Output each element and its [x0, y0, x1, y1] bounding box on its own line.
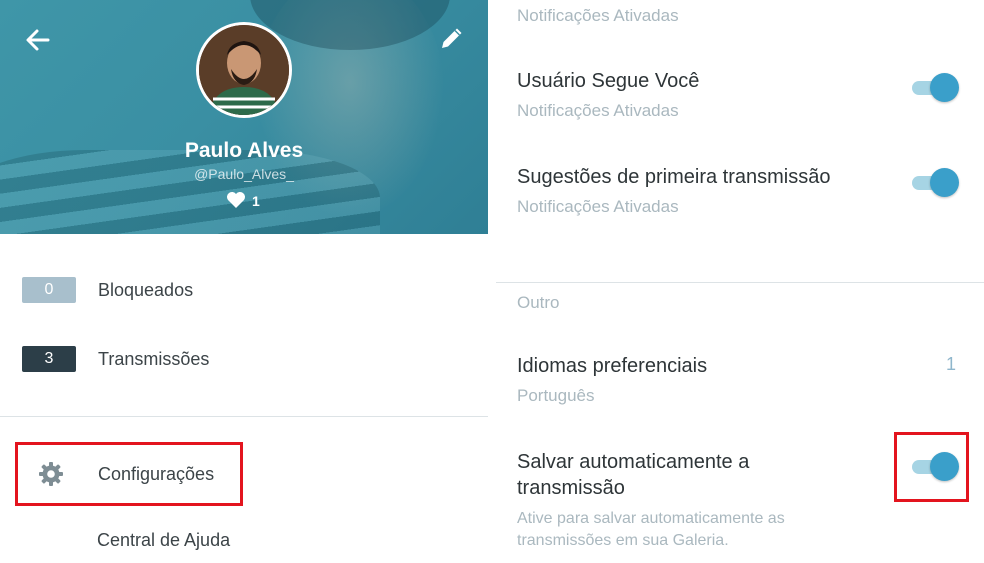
profile-drawer: Paulo Alves @Paulo_Alves_ 1 0 Bloqueados…: [0, 0, 488, 563]
likes-counter: 1: [226, 191, 260, 211]
setting-title: Sugestões de primeira transmissão: [517, 166, 831, 188]
setting-description-line2: transmissões em sua Galeria.: [517, 532, 729, 549]
setting-subtitle: Notificações Ativadas: [517, 197, 679, 216]
back-arrow-icon[interactable]: [24, 26, 52, 54]
help-center-link[interactable]: Central de Ajuda: [97, 530, 230, 551]
toggle-knob: [930, 73, 959, 102]
likes-count: 1: [252, 193, 260, 209]
broadcasts-count-badge: 3: [22, 346, 76, 372]
profile-name: Paulo Alves: [184, 139, 304, 162]
setting-title-line1: Salvar automaticamente a: [517, 451, 750, 473]
pencil-icon[interactable]: [438, 24, 466, 52]
settings-label: Configurações: [98, 464, 215, 484]
partial-setting-subtitle: Notificações Ativadas: [517, 6, 679, 25]
blocked-label: Bloqueados: [98, 279, 194, 300]
gear-icon: [38, 461, 64, 487]
toggle-knob: [930, 452, 959, 481]
settings-menu-item[interactable]: Configurações: [15, 442, 243, 506]
user-follows-toggle[interactable]: [912, 73, 959, 103]
broadcasts-item[interactable]: 3 Transmissões: [22, 345, 209, 373]
blocked-item[interactable]: 0 Bloqueados: [22, 276, 193, 304]
section-header-other: Outro: [517, 293, 560, 312]
setting-title: Idiomas preferenciais: [517, 355, 708, 377]
autosave-toggle[interactable]: [912, 452, 959, 482]
settings-panel: Notificações Ativadas Usuário Segue Você…: [496, 0, 984, 563]
setting-description-line1: Ative para salvar automaticamente as: [517, 510, 785, 527]
broadcasts-label: Transmissões: [98, 348, 210, 369]
setting-title-line2: transmissão: [517, 477, 625, 499]
setting-subtitle: Português: [517, 386, 595, 405]
toggle-knob: [930, 168, 959, 197]
divider: [496, 282, 984, 283]
avatar[interactable]: [196, 22, 292, 118]
profile-handle: @Paulo_Alves_: [194, 166, 294, 182]
setting-title: Usuário Segue Você: [517, 70, 700, 92]
blocked-count-badge: 0: [22, 277, 76, 303]
setting-subtitle: Notificações Ativadas: [517, 101, 679, 120]
languages-count: 1: [946, 354, 957, 374]
heart-icon: [226, 191, 246, 212]
first-broadcast-toggle[interactable]: [912, 168, 959, 198]
divider: [0, 416, 488, 417]
profile-header: Paulo Alves @Paulo_Alves_ 1: [0, 0, 488, 234]
